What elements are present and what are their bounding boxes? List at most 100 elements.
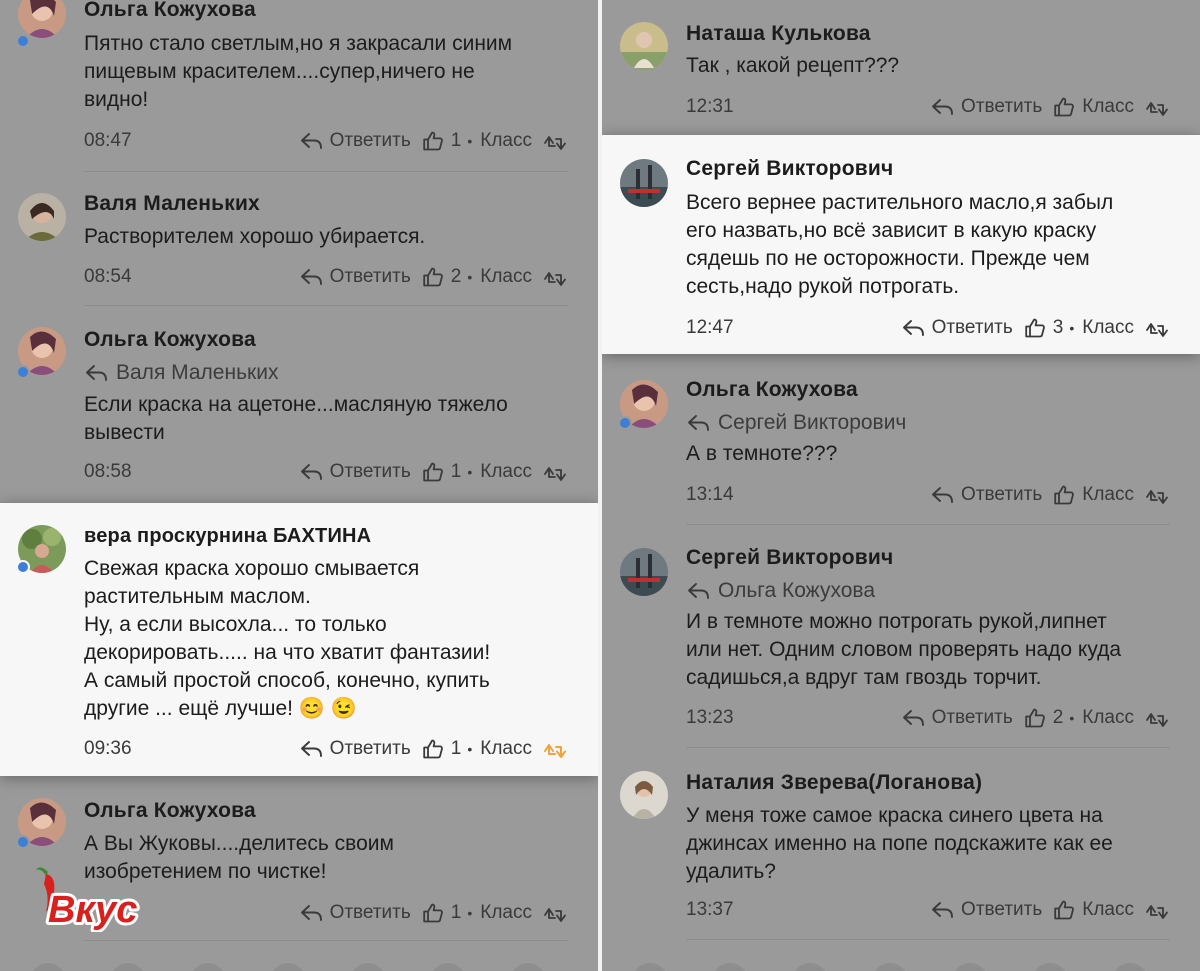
comments-column-left: Ольга Кожухова Пятно стало светлым,но я … [0, 0, 598, 971]
reshare-icon-active[interactable] [542, 737, 568, 761]
reply-to-name: Ольга Кожухова [718, 579, 876, 602]
comment-card: Ольга Кожухова Сергей Викторович А в тем… [602, 354, 1200, 539]
reshare-icon[interactable] [1144, 95, 1170, 119]
like-label: Класс [480, 130, 532, 151]
comment-author[interactable]: Ольга Кожухова [84, 328, 256, 352]
reply-to-name: Сергей Викторович [718, 411, 907, 434]
comment-author[interactable]: Сергей Викторович [686, 157, 893, 181]
comment-text: Всего вернее растительного масло,я забыл… [686, 191, 1114, 298]
comments-column-right: Наташа Кулькова Так , какой рецепт??? 12… [602, 0, 1200, 971]
reply-to[interactable]: Валя Маленьких [84, 361, 278, 385]
like-count: 2 [450, 266, 462, 287]
comment-text: У меня тоже самое краска синего цвета на… [686, 804, 1113, 883]
reply-button[interactable]: Ответить [300, 901, 411, 925]
like-count: 1 [450, 738, 462, 759]
comment-author[interactable]: Сергей Викторович [686, 546, 893, 570]
comment-meta: 12:31 Ответить Класс [686, 94, 1170, 120]
online-status-dot [16, 835, 30, 849]
reshare-icon[interactable] [1144, 898, 1170, 922]
reshare-icon[interactable] [542, 265, 568, 289]
comment-meta: 13:14 Ответить Класс [686, 482, 1170, 508]
avatar[interactable] [620, 548, 668, 596]
like-button[interactable]: 1 • Класс [421, 460, 532, 484]
reply-button[interactable]: Ответить [300, 129, 411, 153]
comment-meta: 12:47 Ответить 3 • Класс [686, 315, 1170, 341]
like-button[interactable]: Класс [1052, 898, 1134, 922]
reshare-icon[interactable] [1144, 316, 1170, 340]
reshare-icon[interactable] [542, 460, 568, 484]
reply-label: Ответить [329, 738, 411, 759]
comment-author[interactable]: Наташа Кулькова [686, 22, 871, 46]
reply-label: Ответить [329, 130, 411, 151]
comment-author[interactable]: Ольга Кожухова [84, 799, 256, 823]
reply-to[interactable]: Ольга Кожухова [686, 579, 875, 603]
like-button[interactable]: 3 • Класс [1023, 316, 1134, 340]
reply-button[interactable]: Ответить [300, 460, 411, 484]
reshare-icon[interactable] [542, 129, 568, 153]
comment-card-highlighted: вера проскурнина БАХТИНА Свежая краска х… [0, 503, 598, 776]
reshare-icon[interactable] [542, 901, 568, 925]
separator-dot: • [1069, 320, 1075, 336]
reply-icon [300, 460, 324, 484]
thumbs-up-icon [421, 460, 445, 484]
thumbs-up-icon [1023, 706, 1047, 730]
comment-author[interactable]: Валя Маленьких [84, 192, 260, 216]
reshare-icon[interactable] [1144, 483, 1170, 507]
reply-to[interactable]: Сергей Викторович [686, 411, 906, 435]
reply-arrow-icon [84, 361, 110, 385]
thumbs-up-icon [1052, 898, 1076, 922]
like-button[interactable]: 1 • Класс [421, 901, 532, 925]
comment-author[interactable]: вера проскурнина БАХТИНА [84, 525, 371, 548]
comment-time: 09:36 [84, 738, 132, 759]
reply-button[interactable]: Ответить [931, 95, 1042, 119]
comment-meta: 13:37 Ответить Класс [686, 897, 1170, 923]
reply-button[interactable]: Ответить [902, 706, 1013, 730]
like-count: 1 [450, 130, 462, 151]
reply-button[interactable]: Ответить [931, 898, 1042, 922]
vkus-logo: Вкус Вкус [34, 862, 144, 934]
comment-author[interactable]: Наталия Зверева(Логанова) [686, 771, 982, 795]
like-label: Класс [1082, 484, 1134, 505]
like-count: 3 [1052, 317, 1064, 338]
reshare-icon[interactable] [1144, 706, 1170, 730]
reply-arrow-icon [686, 579, 712, 603]
online-status-dot [16, 365, 30, 379]
comment-card: Ольга Кожухова Пятно стало светлым,но я … [0, 0, 598, 173]
reply-button[interactable]: Ответить [300, 737, 411, 761]
comment-text: Свежая краска хорошо смывается раститель… [84, 557, 491, 720]
avatar[interactable] [620, 22, 668, 70]
reply-button[interactable]: Ответить [931, 483, 1042, 507]
thumbs-up-icon [1052, 483, 1076, 507]
avatar[interactable] [18, 0, 66, 38]
thumbs-up-icon [421, 737, 445, 761]
avatar[interactable] [620, 159, 668, 207]
reply-icon [931, 898, 955, 922]
like-button[interactable]: Класс [1052, 483, 1134, 507]
thumbs-up-icon [421, 129, 445, 153]
like-button[interactable]: 1 • Класс [421, 737, 532, 761]
like-button[interactable]: 1 • Класс [421, 129, 532, 153]
like-button[interactable]: Класс [1052, 95, 1134, 119]
reply-label: Ответить [329, 902, 411, 923]
reply-label: Ответить [931, 317, 1013, 338]
reply-label: Ответить [961, 96, 1043, 117]
reply-button[interactable]: Ответить [902, 316, 1013, 340]
like-button[interactable]: 2 • Класс [1023, 706, 1134, 730]
comment-card: Валя Маленьких Растворителем хорошо убир… [0, 175, 598, 306]
comment-text: Растворителем хорошо убирается. [84, 225, 426, 248]
like-count: 1 [450, 461, 462, 482]
online-status-dot [618, 416, 632, 430]
reply-icon [931, 483, 955, 507]
comment-card: Сергей Викторович Ольга Кожухова И в тем… [602, 524, 1200, 749]
reply-button[interactable]: Ответить [300, 265, 411, 289]
like-count: 2 [1052, 707, 1064, 728]
comment-time: 13:37 [686, 899, 734, 920]
avatar[interactable] [620, 771, 668, 819]
comment-author[interactable]: Ольга Кожухова [686, 378, 858, 402]
like-button[interactable]: 2 • Класс [421, 265, 532, 289]
like-count: 1 [450, 902, 462, 923]
comment-author[interactable]: Ольга Кожухова [84, 0, 256, 22]
comment-meta: 09:36 Ответить 1 • Класс [84, 736, 568, 762]
divider [84, 940, 568, 941]
avatar[interactable] [18, 193, 66, 241]
